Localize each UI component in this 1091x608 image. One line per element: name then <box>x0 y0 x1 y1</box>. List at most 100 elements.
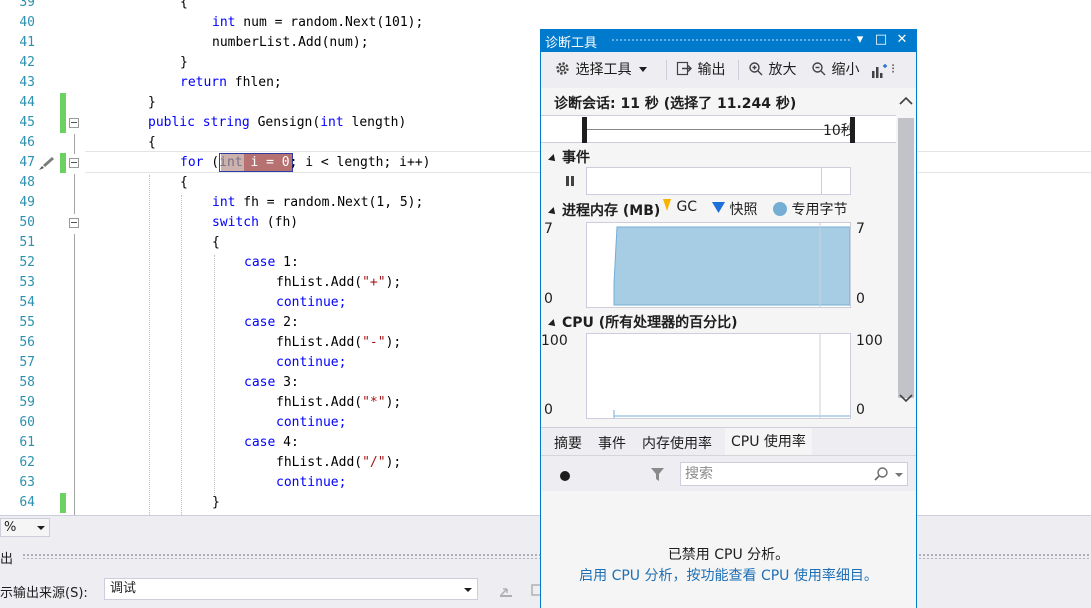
line-number: 42 <box>19 55 35 70</box>
pause-icon[interactable] <box>564 175 576 187</box>
tab-events[interactable]: 事件 <box>598 433 626 453</box>
chart-settings-icon[interactable] <box>871 63 889 79</box>
change-marker <box>60 153 66 173</box>
line-number: 47 <box>19 155 35 170</box>
diagnostic-vertical-scrollbar[interactable] <box>896 88 916 418</box>
maximize-button[interactable]: □ <box>872 31 890 49</box>
line-number: 50 <box>19 215 35 230</box>
line-number: 48 <box>19 175 35 190</box>
zoom-level-value: % <box>4 520 17 535</box>
memory-chart-plot <box>613 223 850 307</box>
cpu-filter-bar: 搜索 <box>541 455 916 491</box>
cpu-y-max-left: 100 <box>541 333 568 349</box>
cpu-y-min-left: 0 <box>544 402 553 418</box>
fold-toggle[interactable] <box>69 218 79 228</box>
zoom-out-button[interactable]: 缩小 <box>811 59 859 81</box>
zoom-level-dropdown[interactable]: % <box>0 518 50 537</box>
line-number: 51 <box>19 235 35 250</box>
code-text: fhList.Add("/"); <box>276 455 402 470</box>
timeline-start-handle[interactable] <box>582 117 587 143</box>
title-drag-grip <box>611 38 851 43</box>
code-text: return fhlen; <box>180 75 282 90</box>
filter-funnel-icon[interactable] <box>651 468 664 481</box>
scroll-up-icon[interactable] <box>899 96 913 106</box>
select-tools-label: 选择工具 <box>575 62 632 78</box>
output-source-dropdown[interactable]: 调试 <box>104 578 478 600</box>
code-text: { <box>212 235 220 250</box>
chevron-down-icon[interactable] <box>895 473 903 477</box>
code-text: case 2: <box>244 315 299 330</box>
line-number: 61 <box>19 435 35 450</box>
diagnostic-tools-window: 诊断工具 ▾ □ ✕ 选择工具 输出 放大 缩小 ⁝ 诊断会话: 11 秒 (选… <box>540 29 917 608</box>
code-text: case 3: <box>244 375 299 390</box>
line-number: 57 <box>19 355 35 370</box>
zoom-in-icon <box>749 62 763 76</box>
code-line[interactable]: 39 { <box>0 0 1091 13</box>
legend-private-bytes-label: 专用字节 <box>791 202 848 218</box>
close-button[interactable]: ✕ <box>893 31 911 49</box>
diagnostic-session-duration: 诊断会话: 11 秒 (选择了 11.244 秒) <box>554 96 797 112</box>
fold-toggle[interactable] <box>69 118 79 128</box>
line-number: 53 <box>19 275 35 290</box>
code-text: } <box>180 55 188 70</box>
cpu-title: CPU (所有处理器的百分比) <box>562 315 738 331</box>
code-text: int fh = random.Next(1, 5); <box>212 195 424 210</box>
go-to-source-icon[interactable] <box>497 581 515 599</box>
line-number: 60 <box>19 415 35 430</box>
tab-cpu-usage[interactable]: CPU 使用率 <box>725 428 812 456</box>
diagnostic-tools-title-bar[interactable]: 诊断工具 ▾ □ ✕ <box>541 29 916 52</box>
output-button[interactable]: 输出 <box>676 59 725 81</box>
line-number: 46 <box>19 135 35 150</box>
line-number: 41 <box>19 35 35 50</box>
gear-icon <box>556 62 569 75</box>
toolbar-overflow-icon[interactable]: ⁝ <box>891 62 895 77</box>
cpu-section-header[interactable]: CPU (所有处理器的百分比) <box>548 312 738 332</box>
collapse-triangle-icon <box>548 154 558 164</box>
legend-private-bytes: 专用字节 <box>773 199 847 219</box>
timeline-ruler[interactable]: 10秒 <box>541 115 896 143</box>
code-text: continue; <box>276 295 347 310</box>
window-menu-button[interactable]: ▾ <box>851 31 869 49</box>
tab-memory-usage[interactable]: 内存使用率 <box>642 433 712 453</box>
cpu-analysis-body: 已禁用 CPU 分析。 启用 CPU 分析，按功能查看 CPU 使用率细目。 <box>541 491 916 608</box>
change-marker <box>60 113 66 133</box>
zoom-out-icon <box>812 62 826 76</box>
line-number: 52 <box>19 255 35 270</box>
search-input[interactable]: 搜索 <box>680 462 908 486</box>
cpu-y-max-right: 100 <box>856 333 883 349</box>
cpu-chart[interactable] <box>586 333 851 419</box>
enable-cpu-profiling-link[interactable]: 启用 CPU 分析，按功能查看 CPU 使用率细目。 <box>541 565 916 585</box>
events-divider <box>821 168 822 194</box>
line-number: 40 <box>19 15 35 30</box>
zoom-in-button[interactable]: 放大 <box>748 59 796 81</box>
code-text: { <box>180 0 188 10</box>
diagnostic-toolbar: 选择工具 输出 放大 缩小 ⁝ <box>541 52 916 88</box>
quick-action-brush-icon[interactable] <box>37 155 55 171</box>
line-number: 63 <box>19 475 35 490</box>
code-text: continue; <box>276 415 347 430</box>
code-text: } <box>212 495 220 510</box>
toolbar-separator <box>666 60 667 80</box>
chevron-down-icon <box>37 526 45 530</box>
events-section-header[interactable]: 事件 <box>548 147 590 167</box>
line-number: 55 <box>19 315 35 330</box>
record-icon[interactable] <box>560 471 570 481</box>
fold-toggle[interactable] <box>69 158 79 168</box>
window-title: 诊断工具 <box>545 36 598 51</box>
line-number: 39 <box>19 0 35 10</box>
code-text: int num = random.Next(101); <box>212 15 424 30</box>
memory-section-header[interactable]: 进程内存 (MB) <box>548 200 660 220</box>
scrollbar-thumb[interactable] <box>898 118 914 398</box>
output-label: 输出 <box>697 62 726 78</box>
memory-chart[interactable] <box>586 222 851 308</box>
tab-summary[interactable]: 摘要 <box>554 433 582 453</box>
line-number: 44 <box>19 95 35 110</box>
code-text: numberList.Add(num); <box>212 35 369 50</box>
code-text: fhList.Add("+"); <box>276 275 402 290</box>
diagnostic-tabs: 摘要 事件 内存使用率 CPU 使用率 <box>541 427 916 456</box>
scroll-down-icon[interactable] <box>899 393 913 403</box>
select-tools-button[interactable]: 选择工具 <box>554 59 647 81</box>
line-number: 62 <box>19 455 35 470</box>
output-source-label: 示输出来源(S): <box>0 586 88 601</box>
search-icon[interactable] <box>873 466 889 482</box>
